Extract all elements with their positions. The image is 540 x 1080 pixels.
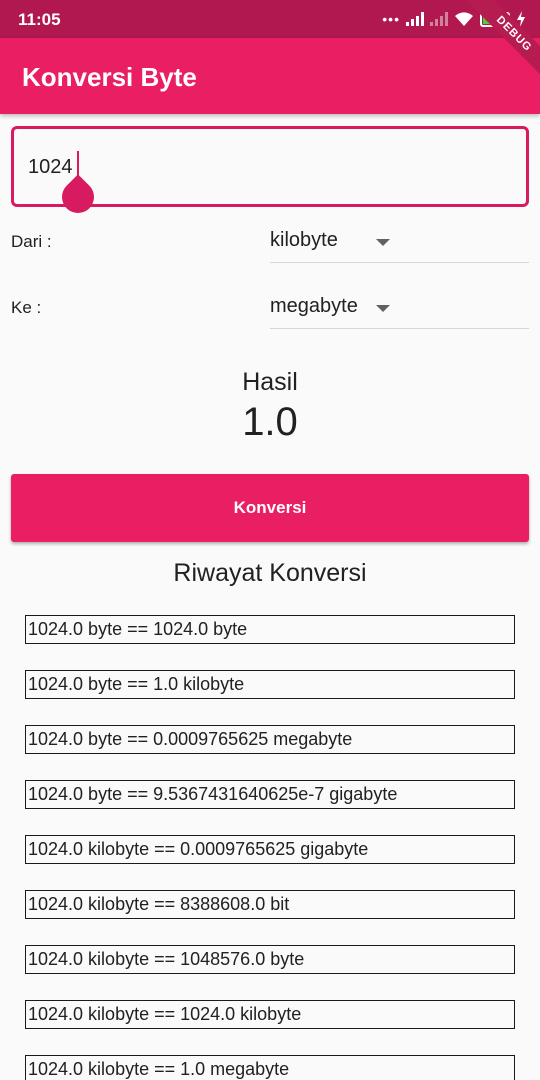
history-item: 1024.0 kilobyte == 0.0009765625 gigabyte [25,835,515,864]
history-item: 1024.0 kilobyte == 1048576.0 byte [25,945,515,974]
history-item: 1024.0 byte == 9.5367431640625e-7 gigaby… [25,780,515,809]
to-unit-dropdown[interactable]: megabyte [270,281,529,329]
history-item: 1024.0 kilobyte == 1.0 megabyte [25,1055,515,1080]
wifi-icon [455,12,473,26]
result-value: 1.0 [242,400,298,444]
history-item: 1024.0 kilobyte == 8388608.0 bit [25,890,515,919]
from-unit-dropdown[interactable]: kilobyte [270,215,529,263]
app-bar: Konversi Byte [0,38,540,114]
from-unit-value[interactable]: kilobyte [270,229,338,252]
from-label: Dari : [11,232,52,251]
to-unit-value[interactable]: megabyte [270,295,358,318]
history-item: 1024.0 byte == 0.0009765625 megabyte [25,725,515,754]
to-label: Ke : [11,298,42,317]
dots-icon: ••• [382,11,400,27]
history-item: 1024.0 byte == 1.0 kilobyte [25,670,515,699]
history-list[interactable]: 1024.0 byte == 1024.0 byte 1024.0 byte =… [25,615,515,1080]
history-title: Riwayat Konversi [173,559,367,587]
result-label: Hasil [242,368,298,396]
signal-icon [406,12,424,26]
page-title: Konversi Byte [22,62,197,92]
number-input-value[interactable]: 1024 [28,156,73,179]
chevron-down-icon[interactable] [376,239,390,246]
signal-icon [430,12,448,26]
history-item: 1024.0 kilobyte == 1024.0 kilobyte [25,1000,515,1029]
status-bar: 11:05 ••• 93 [0,0,540,38]
history-item: 1024.0 byte == 1024.0 byte [25,615,515,644]
status-time: 11:05 [18,10,61,29]
chevron-down-icon[interactable] [376,305,390,312]
convert-button[interactable]: Konversi [11,474,529,542]
